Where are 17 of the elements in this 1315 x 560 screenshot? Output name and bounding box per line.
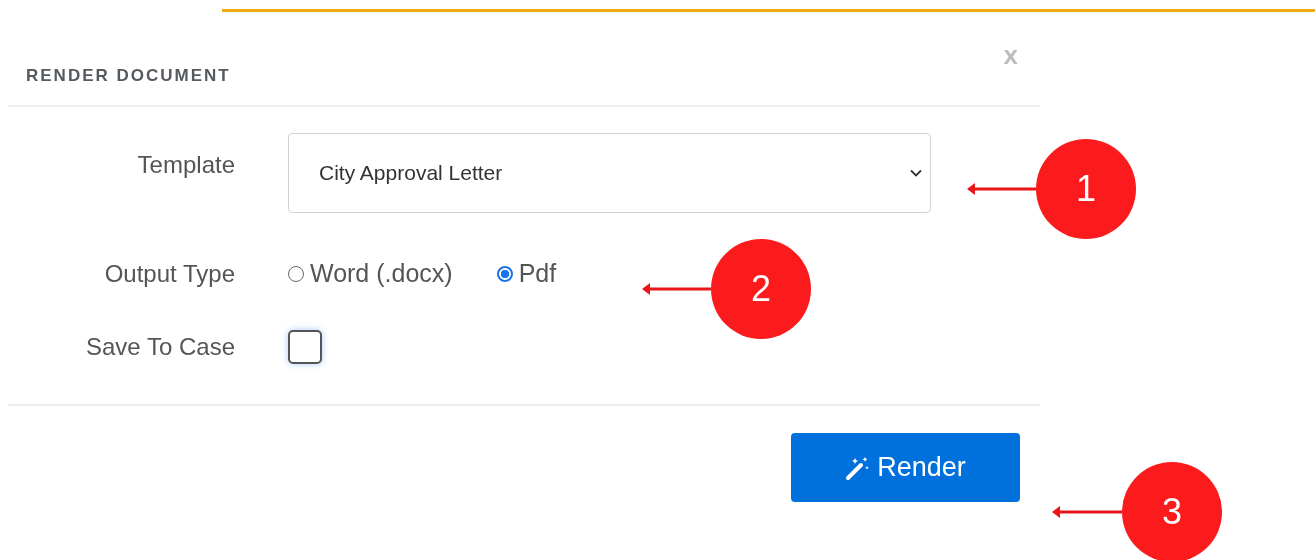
radio-option[interactable]: Pdf (496, 259, 557, 288)
render-button[interactable]: Render (791, 433, 1020, 502)
callout-number: 3 (1122, 462, 1222, 560)
dialog-title: RENDER DOCUMENT (26, 66, 231, 86)
template-select[interactable]: City Approval Letter (288, 133, 931, 213)
callout-number: 1 (1036, 139, 1136, 239)
field-label: Template (136, 151, 235, 179)
arrow-line (965, 182, 1036, 196)
checkbox[interactable] (288, 330, 322, 364)
radio-option[interactable]: Word (.docx) (288, 259, 453, 288)
arrow-line (1050, 505, 1122, 519)
radio-button[interactable] (496, 265, 513, 282)
field-label: Output Type (103, 259, 235, 288)
arrow-line (640, 282, 711, 296)
field-label: Save To Case (85, 333, 235, 361)
chevron-down-icon (910, 169, 922, 177)
callout-number: 2 (711, 239, 811, 339)
